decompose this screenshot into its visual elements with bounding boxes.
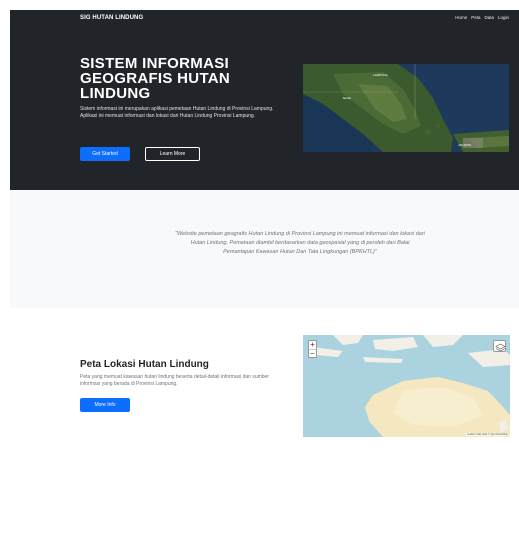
hero-title: SISTEM INFORMASI GEOGRAFIS HUTAN LINDUNG bbox=[80, 55, 231, 102]
leaflet-map[interactable]: + − Leaflet | Map data © OpenStreetMap bbox=[303, 335, 510, 437]
satellite-map-image: LAMPUNG JAKARTA Bandar bbox=[303, 64, 509, 152]
more-info-button[interactable]: More Info bbox=[80, 398, 130, 412]
svg-text:LAMPUNG: LAMPUNG bbox=[373, 73, 389, 77]
nav-item-data[interactable]: Data bbox=[484, 15, 494, 20]
learn-more-button[interactable]: Learn More bbox=[145, 147, 200, 161]
nav-item-home[interactable]: Home bbox=[455, 15, 467, 20]
nav-item-login[interactable]: Login bbox=[498, 15, 509, 20]
navbar-brand[interactable]: SIG HUTAN LINDUNG bbox=[80, 15, 143, 21]
zoom-control: + − bbox=[308, 340, 317, 358]
svg-text:Bandar: Bandar bbox=[343, 97, 351, 100]
get-started-button[interactable]: Get Started bbox=[80, 147, 130, 161]
svg-text:JAKARTA: JAKARTA bbox=[458, 143, 471, 147]
map-section-description: Peta yang memuat kawasan hutan lindung b… bbox=[80, 374, 269, 387]
quote-section: "Website pemetaan geografis Hutan Lindun… bbox=[10, 190, 519, 308]
map-section-title: Peta Lokasi Hutan Lindung bbox=[80, 359, 209, 370]
hero-description: Sistem informasi ini merupakan aplikasi … bbox=[80, 106, 274, 119]
zoom-out-button[interactable]: − bbox=[309, 349, 316, 358]
hero-section: SIG HUTAN LINDUNG Home Peta Data Login S… bbox=[10, 10, 519, 190]
zoom-in-button[interactable]: + bbox=[309, 341, 316, 349]
layers-control[interactable] bbox=[493, 340, 506, 352]
quote-text: "Website pemetaan geografis Hutan Lindun… bbox=[175, 231, 425, 255]
map-attribution[interactable]: Leaflet | Map data © OpenStreetMap bbox=[466, 433, 509, 436]
navbar: Home Peta Data Login bbox=[455, 15, 509, 20]
layers-icon bbox=[495, 343, 506, 352]
nav-item-peta[interactable]: Peta bbox=[471, 15, 480, 20]
